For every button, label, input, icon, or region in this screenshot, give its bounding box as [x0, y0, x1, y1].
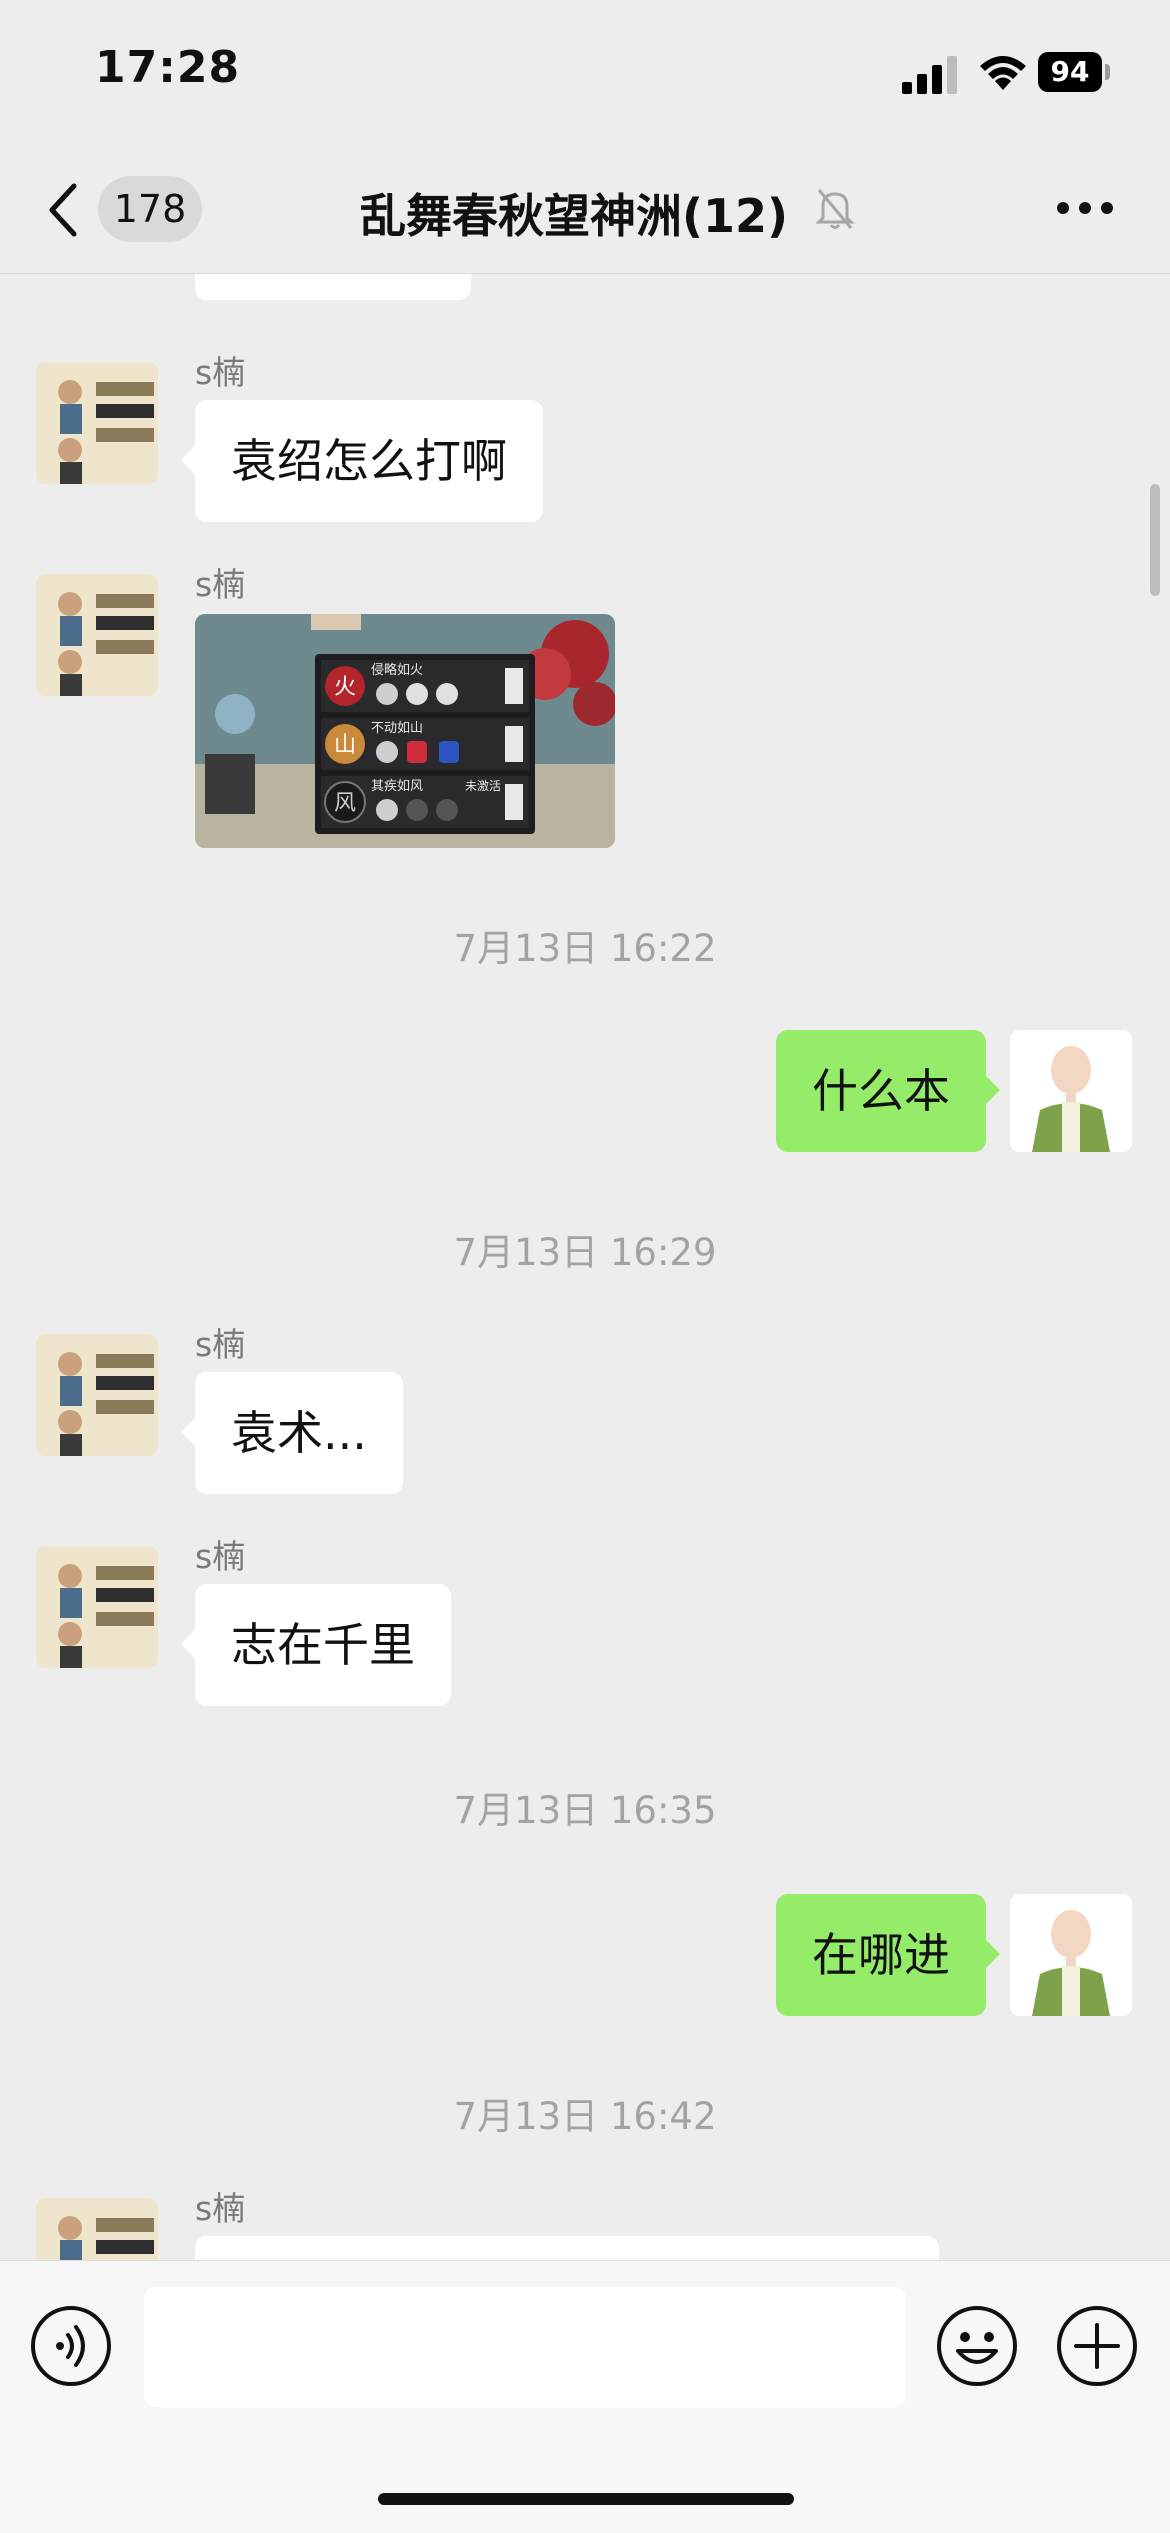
back-chevron-icon[interactable]	[44, 180, 84, 240]
avatar-image	[36, 362, 158, 484]
emoji-icon[interactable]	[936, 2305, 1018, 2387]
avatar-image	[36, 574, 158, 696]
avatar[interactable]	[36, 1334, 158, 1456]
battery-level: 94	[1038, 52, 1102, 92]
chat-header: 178 乱舞春秋望神洲(12)	[0, 150, 1170, 274]
signal-icon	[902, 56, 957, 94]
message-bubble[interactable]: 袁绍怎么打啊	[181, 400, 543, 522]
message-bubble-partial[interactable]	[195, 274, 471, 300]
message-bubble-self[interactable]: 在哪进	[776, 1894, 1000, 2016]
status-bar: 17:28 94	[0, 0, 1170, 150]
unread-count-badge[interactable]: 178	[98, 176, 202, 242]
image-label-mountain: 山	[334, 733, 356, 758]
muted-bell-icon	[815, 189, 855, 229]
game-screenshot-image: 火 侵略如火 山 不动如山 风 其疾如风 未激活	[195, 614, 615, 848]
sender-name: s楠	[195, 565, 246, 604]
voice-icon[interactable]	[30, 2305, 112, 2387]
home-indicator[interactable]	[378, 2493, 794, 2505]
message-list[interactable]: s楠 袁绍怎么打啊 s楠 火 侵略如火 山 不动如山 风 其疾如风 未激活 7月…	[0, 274, 1170, 2260]
image-label-2: 不动如山	[371, 720, 423, 736]
avatar[interactable]	[36, 574, 158, 696]
avatar[interactable]	[36, 362, 158, 484]
message-bubble-partial[interactable]	[195, 2236, 939, 2260]
image-label-3: 其疾如风	[371, 778, 423, 794]
sender-name: s楠	[195, 2189, 246, 2228]
avatar[interactable]	[36, 2198, 158, 2260]
image-label-wind: 风	[334, 791, 356, 816]
chat-title[interactable]: 乱舞春秋望神洲(12)	[360, 180, 788, 246]
image-message[interactable]: 火 侵略如火 山 不动如山 风 其疾如风 未激活	[195, 614, 615, 848]
image-label-fire: 火	[334, 675, 356, 700]
image-label-1: 侵略如火	[371, 662, 423, 678]
avatar-self[interactable]	[1010, 1030, 1132, 1152]
message-bubble[interactable]: 袁术...	[181, 1372, 403, 1494]
message-input[interactable]	[144, 2287, 906, 2407]
avatar-image	[36, 2198, 158, 2260]
image-label-4: 未激活	[465, 779, 501, 793]
battery-icon: 94	[1038, 52, 1114, 94]
scrollbar[interactable]	[1150, 484, 1160, 596]
avatar-self-image	[1010, 1030, 1132, 1152]
sender-name: s楠	[195, 1325, 246, 1364]
timestamp: 7月13日 16:42	[453, 2095, 717, 2138]
more-icon[interactable]	[1055, 200, 1115, 216]
sender-name: s楠	[195, 1537, 246, 1576]
avatar-image	[36, 1546, 158, 1668]
timestamp: 7月13日 16:22	[453, 927, 717, 970]
avatar-self[interactable]	[1010, 1894, 1132, 2016]
wifi-icon	[980, 56, 1026, 90]
plus-icon[interactable]	[1056, 2305, 1138, 2387]
avatar-image	[36, 1334, 158, 1456]
status-time: 17:28	[95, 42, 241, 93]
message-bubble[interactable]: 志在千里	[181, 1584, 451, 1706]
timestamp: 7月13日 16:29	[453, 1231, 717, 1274]
avatar-self-image	[1010, 1894, 1132, 2016]
message-bubble-self[interactable]: 什么本	[776, 1030, 1000, 1152]
timestamp: 7月13日 16:35	[453, 1789, 717, 1832]
avatar[interactable]	[36, 1546, 158, 1668]
sender-name: s楠	[195, 353, 246, 392]
